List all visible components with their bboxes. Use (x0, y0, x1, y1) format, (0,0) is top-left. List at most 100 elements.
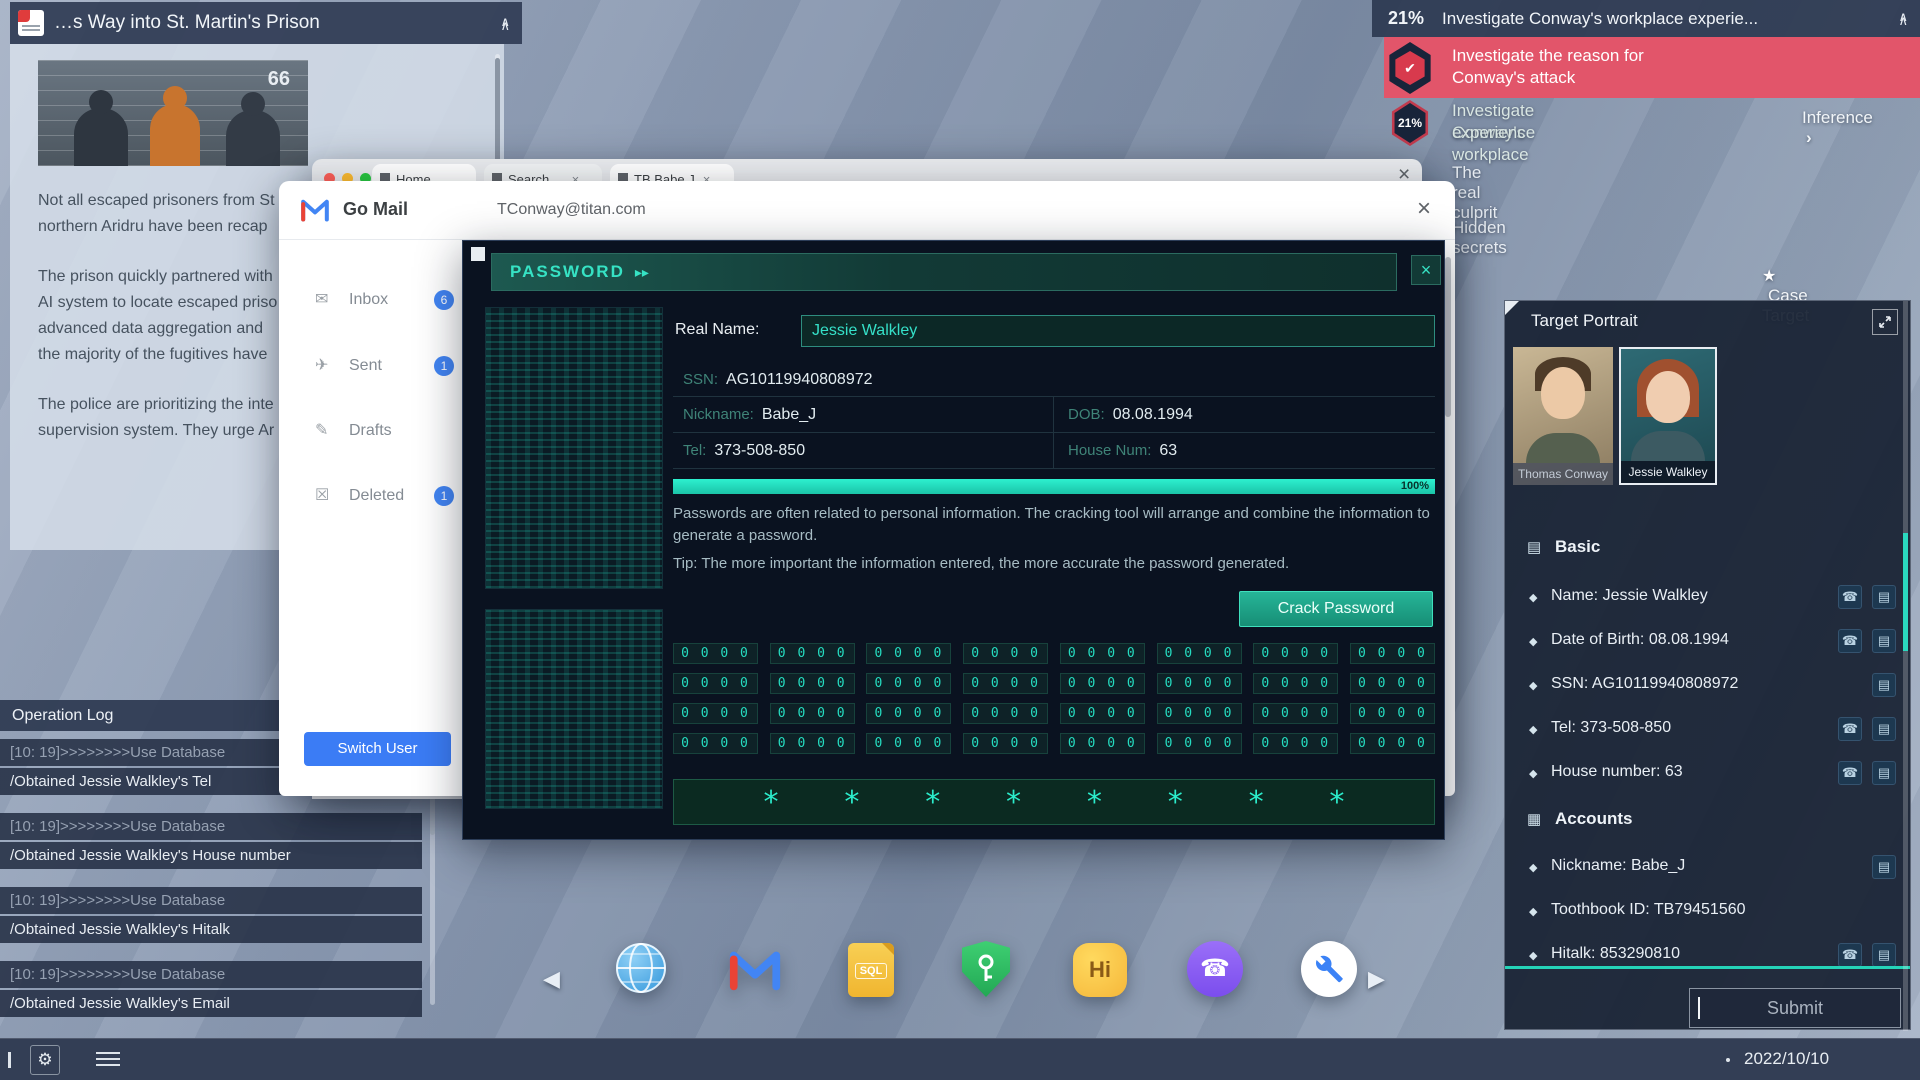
folder-sent[interactable]: ✈ Sent 1 (279, 351, 462, 383)
panel-corner-accent (1505, 301, 1519, 315)
real-name-input[interactable] (801, 315, 1435, 347)
note-action-icon[interactable]: ▤ (1872, 585, 1896, 609)
expand-panel-button[interactable] (1872, 309, 1898, 335)
folder-count-badge: 1 (434, 356, 454, 376)
bullet-icon: ◆ (1529, 680, 1538, 692)
section-title: Basic (1555, 537, 1601, 556)
contact-action-icon[interactable]: ☎ (1838, 585, 1862, 609)
inference-button[interactable]: Inference › (1802, 108, 1873, 148)
dock-tools-icon[interactable] (1300, 940, 1358, 998)
digit-group: 0 0 0 0 (963, 733, 1049, 754)
chevron-right-icon: › (1806, 128, 1812, 147)
folder-label: Drafts (349, 422, 392, 439)
digit-group: 0 0 0 0 (769, 703, 855, 724)
folder-label: Inbox (349, 291, 389, 308)
note-action-icon[interactable]: ▤ (1872, 943, 1896, 967)
contact-action-icon[interactable]: ☎ (1838, 761, 1862, 785)
collapse-news-button[interactable]: ∧ ∧ (500, 15, 510, 32)
gomail-logo-icon (301, 199, 329, 222)
settings-button[interactable]: ⚙ (30, 1045, 60, 1075)
folder-drafts[interactable]: ✎ Drafts (279, 416, 462, 448)
case-progress-percent: 21% (1388, 8, 1425, 28)
contact-action-icon[interactable]: ☎ (1838, 629, 1862, 653)
news-window-titlebar[interactable]: …s Way into St. Martin's Prison ∧ ∧ (10, 2, 522, 44)
mail-titlebar[interactable]: Go Mail TConway@titan.com × (279, 181, 1455, 240)
info-text: Nickname: Babe_J (1551, 857, 1686, 874)
submit-button[interactable]: Submit (1689, 988, 1901, 1028)
current-task-line2[interactable]: experience (1452, 122, 1535, 144)
dock-browser-icon[interactable] (612, 939, 670, 997)
key-icon (978, 954, 994, 981)
task-list-button[interactable] (96, 1052, 120, 1066)
folder-inbox[interactable]: ✉ Inbox 6 (279, 285, 462, 317)
bullet-icon: ◆ (1529, 768, 1538, 780)
digit-group: 0 0 0 0 (769, 733, 855, 754)
dock-mail-icon[interactable] (726, 945, 784, 1003)
id-card-icon: ▤ (1527, 539, 1542, 556)
collapse-tasks-button[interactable]: ∧ ∧ (1898, 10, 1908, 27)
portrait-face (1646, 371, 1690, 423)
tel-label: Tel: (683, 442, 707, 459)
completed-task-banner[interactable]: Investigate the reason for Conway's atta… (1384, 37, 1920, 98)
info-text: Date of Birth: 08.08.1994 (1551, 631, 1729, 648)
dock-phone-icon[interactable]: ☎ (1186, 940, 1244, 998)
note-action-icon[interactable]: ▤ (1872, 761, 1896, 785)
bullet-icon: ◆ (1529, 636, 1538, 648)
target-scrollbar[interactable] (1903, 301, 1908, 1031)
dock-next-button[interactable]: ▶ (1368, 966, 1385, 992)
figure-silhouette (226, 110, 280, 166)
portrait-thomas-conway[interactable]: Thomas Conway (1513, 347, 1613, 485)
task-header-bar[interactable]: 21% Investigate Conway's workplace exper… (1372, 0, 1920, 37)
note-action-icon[interactable]: ▤ (1872, 673, 1896, 697)
phone-glyph-icon: ☎ (1187, 941, 1243, 997)
switch-user-button[interactable]: Switch User (304, 732, 451, 766)
expand-icon (1879, 316, 1891, 328)
dock-sql-icon[interactable]: SQL (842, 941, 900, 999)
portrait-name: Jessie Walkley (1621, 461, 1715, 483)
digit-group: 0 0 0 0 (1059, 643, 1145, 664)
task-item-real-culprit[interactable]: The real culprit (1452, 163, 1497, 223)
password-titlebar[interactable]: PASSWORD ▸▸ (491, 253, 1397, 291)
digit-group: 0 0 0 0 (1059, 673, 1145, 694)
digit-group: 0 0 0 0 (673, 733, 758, 754)
task-item-hidden-secrets[interactable]: Hidden secrets (1452, 218, 1507, 258)
digit-group: 0 0 0 0 (1059, 703, 1145, 724)
digit-group: 0 0 0 0 (1253, 643, 1339, 664)
portrait-body (1526, 433, 1600, 463)
dock-prev-button[interactable]: ◀ (543, 966, 560, 992)
folder-count-badge: 1 (434, 486, 454, 506)
info-text: Hitalk: 853290810 (1551, 945, 1680, 962)
target-info-row: ◆ Nickname: Babe_J ▤ (1505, 849, 1910, 889)
note-action-icon[interactable]: ▤ (1872, 717, 1896, 741)
mail-scrollbar-thumb[interactable] (1445, 257, 1451, 417)
sent-icon: ✈ (315, 357, 329, 374)
digit-group: 0 0 0 0 (1156, 733, 1242, 754)
contact-action-icon[interactable]: ☎ (1838, 943, 1862, 967)
digit-group: 0 0 0 0 (866, 733, 952, 754)
password-char: * (1085, 784, 1104, 820)
info-text: Toothbook ID: TB79451560 (1551, 901, 1746, 918)
note-action-icon[interactable]: ▤ (1872, 629, 1896, 653)
completed-task-line1: Investigate the reason for (1452, 46, 1644, 65)
portrait-face (1541, 367, 1585, 419)
log-result: /Obtained Jessie Walkley's House number (0, 842, 422, 869)
target-info-row: ◆ Toothbook ID: TB79451560 (1505, 893, 1910, 933)
dock-hitalk-icon[interactable]: Hi (1071, 941, 1129, 999)
digit-group: 0 0 0 0 (1253, 673, 1339, 694)
note-action-icon[interactable]: ▤ (1872, 855, 1896, 879)
title-arrows-icon: ▸▸ (634, 263, 649, 280)
portrait-jessie-walkley[interactable]: Jessie Walkley (1619, 347, 1717, 485)
crack-progress-fill: 100% (673, 479, 1435, 494)
digit-matrix: 0 0 0 0 0 0 0 0 0 0 0 0 0 0 0 0 0 0 0 0 0 0 0… (673, 643, 1435, 763)
log-result: /Obtained Jessie Walkley's Hitalk (0, 916, 422, 943)
password-close-button[interactable]: × (1411, 255, 1441, 285)
folder-count-badge: 6 (434, 290, 454, 310)
digit-group: 0 0 0 0 (963, 643, 1049, 664)
contact-action-icon[interactable]: ☎ (1838, 717, 1862, 741)
house-value: 63 (1159, 441, 1178, 459)
crack-password-button[interactable]: Crack Password (1239, 591, 1433, 627)
folder-deleted[interactable]: ☒ Deleted 1 (279, 481, 462, 513)
target-scrollbar-thumb[interactable] (1903, 533, 1908, 651)
mail-close-button[interactable]: × (1417, 195, 1431, 223)
dock-password-cracker-icon[interactable] (957, 940, 1015, 998)
